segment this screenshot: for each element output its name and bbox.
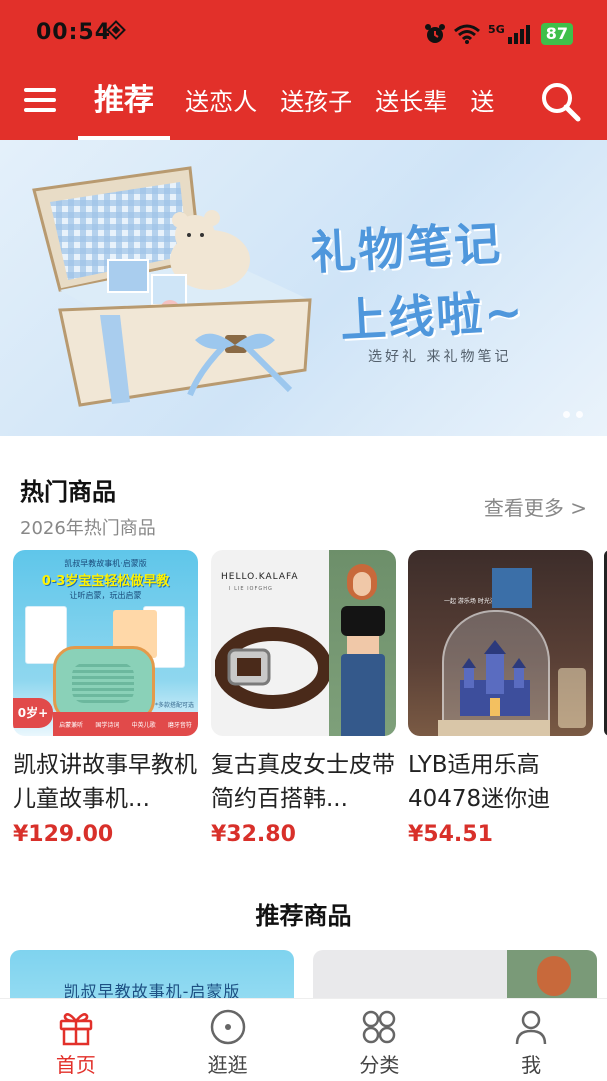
battery-indicator: 87 bbox=[540, 23, 573, 45]
tab-explore[interactable]: 逛逛 bbox=[152, 999, 304, 1081]
castle-illustration bbox=[460, 640, 530, 716]
feature-strip: 启蒙兼听 国学诗词 中英儿歌 磨牙音符 bbox=[53, 712, 198, 736]
tab-home[interactable]: 首页 bbox=[0, 999, 152, 1081]
tab-profile-label: 我 bbox=[521, 1053, 542, 1077]
network-type: 5G bbox=[488, 22, 505, 36]
product-name: LYB适用乐高40478迷你迪士... bbox=[408, 752, 551, 812]
image-tagline: 让听启蒙，玩出启蒙 bbox=[69, 591, 142, 600]
story-machine bbox=[53, 646, 155, 722]
feature-label: 国学诗词 bbox=[95, 721, 120, 729]
promo-banner[interactable]: 礼物笔记 上线啦~ 选好礼 来礼物笔记 bbox=[0, 140, 607, 436]
dome-base bbox=[438, 720, 550, 736]
tab-more[interactable]: 送 bbox=[462, 67, 502, 140]
image-brand: HELLO.KALAFA bbox=[221, 572, 299, 582]
top-nav: 推荐 送恋人 送孩子 送长辈 送 bbox=[0, 66, 607, 140]
belt-illustration bbox=[215, 627, 332, 709]
product-card[interactable]: 凯叔早教故事机·启蒙版 0-3岁宝宝轻松做早教 让听启蒙，玩出启蒙 0岁+ 启蒙… bbox=[13, 550, 198, 847]
banner-title-line1: 礼物笔记 bbox=[308, 216, 504, 280]
gift-box-illustration bbox=[32, 166, 312, 407]
tab-for-lover[interactable]: 送恋人 bbox=[177, 67, 265, 140]
product-card[interactable]: HELLO.KALAFA I LIE IOFGHG 复古真皮女士皮带简约百搭韩.… bbox=[211, 550, 396, 847]
tab-category[interactable]: 分类 bbox=[304, 999, 456, 1081]
banner-subtitle: 选好礼 来礼物笔记 bbox=[368, 349, 512, 365]
bottom-tab-bar: 首页 逛逛 分类 我 bbox=[0, 998, 607, 1081]
grid-icon bbox=[363, 1010, 396, 1044]
tab-profile[interactable]: 我 bbox=[455, 999, 607, 1081]
product-name: 凯叔讲故事早教机儿童故事机... bbox=[13, 752, 197, 812]
tab-recommend[interactable]: 推荐 bbox=[78, 66, 170, 140]
banner-title-line2: 上线啦~ bbox=[338, 284, 526, 348]
image-note: *多款搭配可选 bbox=[154, 702, 194, 709]
product-price: ¥129.00 bbox=[13, 822, 114, 847]
tab-home-label: 首页 bbox=[55, 1053, 96, 1077]
product-image: 一起 游乐场 时光漫游 十二文具 bbox=[408, 550, 593, 736]
tab-category-label: 分类 bbox=[359, 1053, 400, 1077]
compass-icon bbox=[210, 1009, 245, 1045]
signal-icon bbox=[507, 25, 530, 44]
hot-products-list: 凯叔早教故事机·启蒙版 0-3岁宝宝轻松做早教 让听启蒙，玩出启蒙 0岁+ 启蒙… bbox=[0, 550, 607, 850]
status-time: 00:54 bbox=[36, 20, 112, 45]
feature-label: 启蒙兼听 bbox=[59, 721, 84, 729]
product-image: 凯叔早教故事机·启蒙版 0-3岁宝宝轻松做早教 让听启蒙，玩出启蒙 0岁+ 启蒙… bbox=[13, 550, 198, 736]
poster bbox=[492, 568, 532, 608]
alarm-icon bbox=[425, 24, 446, 43]
hot-section-subtitle: 2026年热门商品 bbox=[20, 518, 156, 539]
recommend-products-list: 凯叔早教故事机-启蒙版 bbox=[0, 950, 607, 998]
tab-for-kids[interactable]: 送孩子 bbox=[272, 67, 360, 140]
age-badge: 0岁+ bbox=[13, 698, 53, 728]
category-tabs: 推荐 送恋人 送孩子 送长辈 送 bbox=[78, 66, 518, 140]
image-brand-sub: I LIE IOFGHG bbox=[229, 586, 273, 592]
status-indicators: 5G 87 bbox=[424, 20, 573, 48]
search-icon[interactable] bbox=[539, 80, 581, 122]
product-image: HELLO.KALAFA I LIE IOFGHG bbox=[211, 550, 396, 736]
diffuser-bottle bbox=[558, 668, 586, 728]
product-name: 复古真皮女士皮带简约百搭韩... bbox=[211, 752, 395, 812]
image-header-text: 凯叔早教故事机·启蒙版 bbox=[64, 559, 147, 568]
image-headline: 0-3岁宝宝轻松做早教 bbox=[41, 574, 170, 589]
model-photo bbox=[329, 550, 396, 736]
recommend-card[interactable]: 凯叔早教故事机-启蒙版 bbox=[10, 950, 294, 998]
banner-pagination bbox=[563, 411, 583, 418]
tab-for-elders[interactable]: 送长辈 bbox=[367, 67, 455, 140]
recommend-card[interactable] bbox=[313, 950, 597, 998]
gift-icon bbox=[59, 1013, 93, 1046]
hot-section-title: 热门商品 bbox=[20, 478, 116, 506]
product-price: ¥32.80 bbox=[211, 822, 296, 847]
model-photo bbox=[507, 950, 597, 998]
feature-label: 磨牙音符 bbox=[167, 721, 192, 729]
see-more-link[interactable]: 查看更多 > bbox=[484, 492, 587, 521]
product-price: ¥54.51 bbox=[408, 822, 493, 847]
status-bar: 00:54 5G 87 bbox=[0, 0, 607, 66]
recommend-section-title: 推荐商品 bbox=[255, 902, 352, 930]
wifi-icon bbox=[454, 24, 481, 44]
feature-label: 中英儿歌 bbox=[131, 721, 156, 729]
product-card[interactable]: 一起 游乐场 时光漫游 十二文具 LYB适用乐高40478迷你迪士... ¥54… bbox=[408, 550, 593, 847]
page-dot bbox=[576, 411, 583, 418]
menu-icon[interactable] bbox=[24, 88, 56, 116]
person-icon bbox=[515, 1010, 547, 1045]
page-dot bbox=[563, 411, 570, 418]
recommend-card-image-text: 凯叔早教故事机-启蒙版 bbox=[63, 982, 241, 998]
notification-icon bbox=[106, 20, 126, 40]
tab-explore-label: 逛逛 bbox=[207, 1053, 248, 1077]
